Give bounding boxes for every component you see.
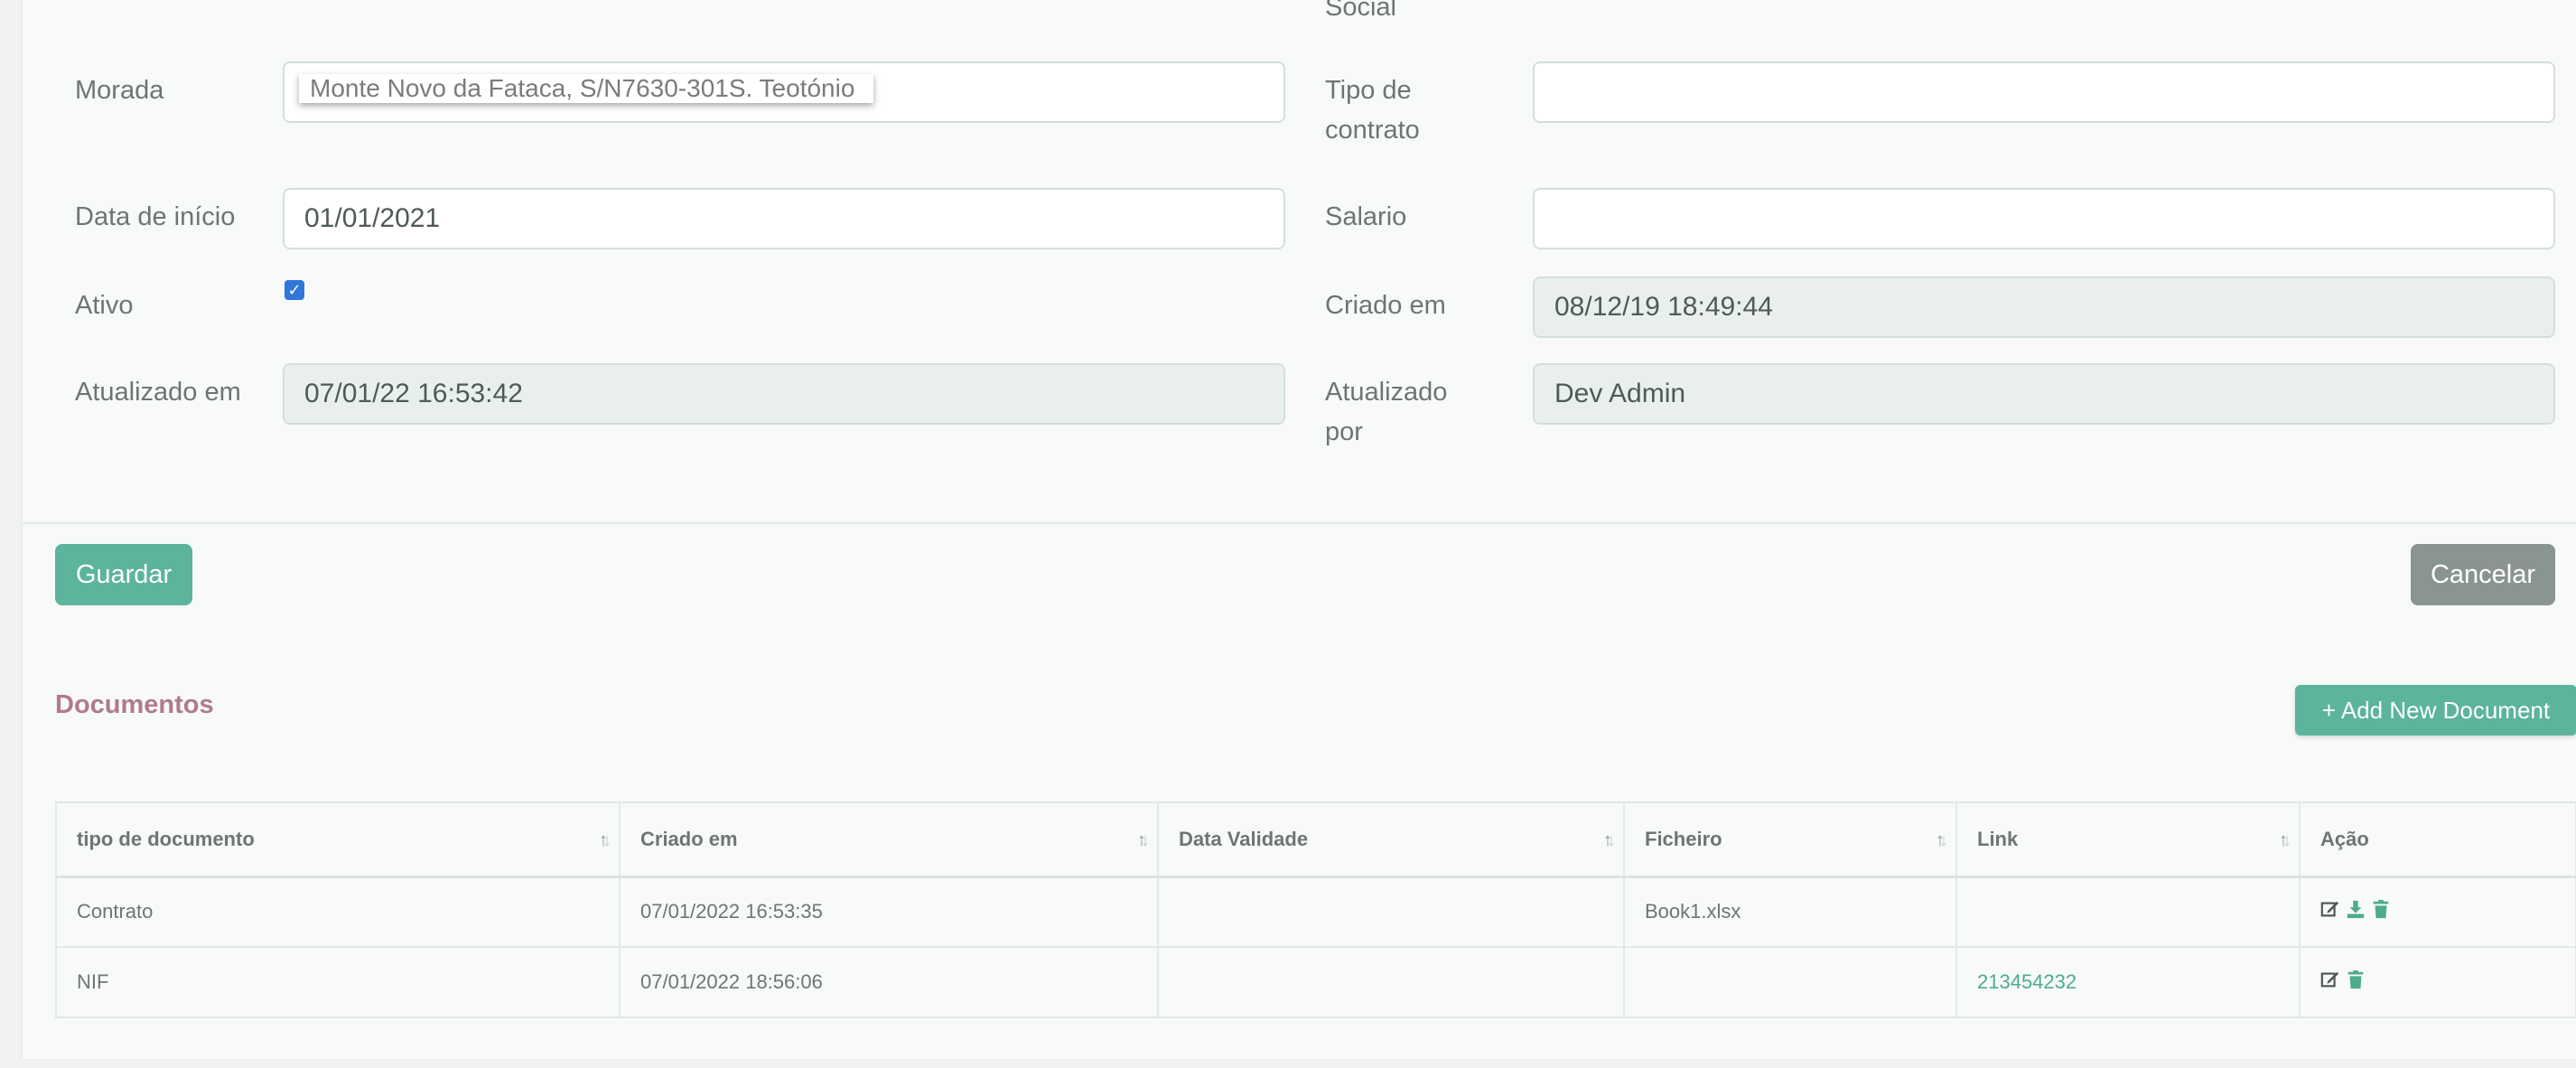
cell-link[interactable] bbox=[1955, 876, 2301, 948]
download-icon[interactable] bbox=[2346, 899, 2366, 919]
save-button[interactable]: Guardar bbox=[55, 544, 192, 605]
ativo-label: Ativo bbox=[75, 291, 134, 320]
atualizado-por-label: Atualizado por bbox=[1325, 378, 1448, 446]
documents-table: tipo de documento ↑↓ Criado em ↑↓ Data V… bbox=[55, 801, 2576, 1018]
cell-tipo: Contrato bbox=[55, 876, 621, 948]
employee-form-card: Social Morada Monte Novo da Fataca, S/N7… bbox=[22, 0, 2576, 1059]
add-document-button[interactable]: + Add New Document bbox=[2295, 685, 2576, 735]
tipo-contrato-label: Tipo de contrato bbox=[1325, 76, 1420, 145]
sort-icon[interactable]: ↑↓ bbox=[599, 830, 611, 851]
atualizado-em-field: 07/01/22 16:53:42 bbox=[283, 363, 1285, 425]
tipo-contrato-input[interactable] bbox=[1533, 61, 2555, 123]
form-divider bbox=[23, 522, 2576, 524]
column-header-validade[interactable]: Data Validade ↑↓ bbox=[1157, 801, 1625, 877]
data-inicio-input[interactable]: 01/01/2021 bbox=[283, 188, 1285, 249]
table-row: NIF 07/01/2022 18:56:06 213454232 bbox=[55, 946, 2576, 1018]
morada-label: Morada bbox=[75, 76, 164, 105]
atualizado-por-field: Dev Admin bbox=[1533, 363, 2555, 425]
social-label: Social bbox=[1325, 0, 1396, 22]
ativo-checkbox[interactable]: ✓ bbox=[285, 280, 304, 300]
cell-tipo: NIF bbox=[55, 946, 621, 1018]
salario-label: Salario bbox=[1325, 202, 1407, 231]
sort-icon[interactable]: ↑↓ bbox=[1137, 830, 1150, 851]
column-header-tipo[interactable]: tipo de documento ↑↓ bbox=[55, 801, 621, 877]
cell-ficheiro[interactable] bbox=[1623, 946, 1957, 1018]
column-header-link[interactable]: Link ↑↓ bbox=[1955, 801, 2301, 877]
cell-link[interactable]: 213454232 bbox=[1955, 946, 2301, 1018]
cell-validade bbox=[1157, 876, 1625, 948]
cell-ficheiro[interactable]: Book1.xlsx bbox=[1623, 876, 1957, 948]
trash-icon[interactable] bbox=[2346, 970, 2366, 989]
edit-icon[interactable] bbox=[2320, 899, 2340, 919]
table-row: Contrato 07/01/2022 16:53:35 Book1.xlsx bbox=[55, 876, 2576, 948]
cell-actions bbox=[2299, 876, 2576, 948]
sort-icon[interactable]: ↑↓ bbox=[2279, 830, 2291, 851]
atualizado-em-label: Atualizado em bbox=[75, 378, 241, 407]
cell-criado: 07/01/2022 16:53:35 bbox=[619, 876, 1159, 948]
morada-autocomplete-suggestion[interactable]: Monte Novo da Fataca, S/N7630-301S. Teot… bbox=[299, 74, 873, 103]
data-inicio-label: Data de início bbox=[75, 202, 236, 231]
column-header-ficheiro[interactable]: Ficheiro ↑↓ bbox=[1623, 801, 1957, 877]
sort-icon[interactable]: ↑↓ bbox=[1603, 830, 1616, 851]
cell-criado: 07/01/2022 18:56:06 bbox=[619, 946, 1159, 1018]
sort-icon[interactable]: ↑↓ bbox=[1936, 830, 1948, 851]
criado-em-label: Criado em bbox=[1325, 291, 1446, 320]
cell-validade bbox=[1157, 946, 1625, 1018]
criado-em-field: 08/12/19 18:49:44 bbox=[1533, 276, 2555, 338]
column-header-acao: Ação bbox=[2299, 801, 2576, 877]
edit-icon[interactable] bbox=[2320, 970, 2340, 989]
documents-title: Documentos bbox=[55, 690, 214, 719]
column-header-criado[interactable]: Criado em ↑↓ bbox=[619, 801, 1159, 877]
cancel-button[interactable]: Cancelar bbox=[2411, 544, 2555, 605]
cell-actions bbox=[2299, 946, 2576, 1018]
trash-icon[interactable] bbox=[2371, 899, 2391, 919]
salario-input[interactable] bbox=[1533, 188, 2555, 249]
